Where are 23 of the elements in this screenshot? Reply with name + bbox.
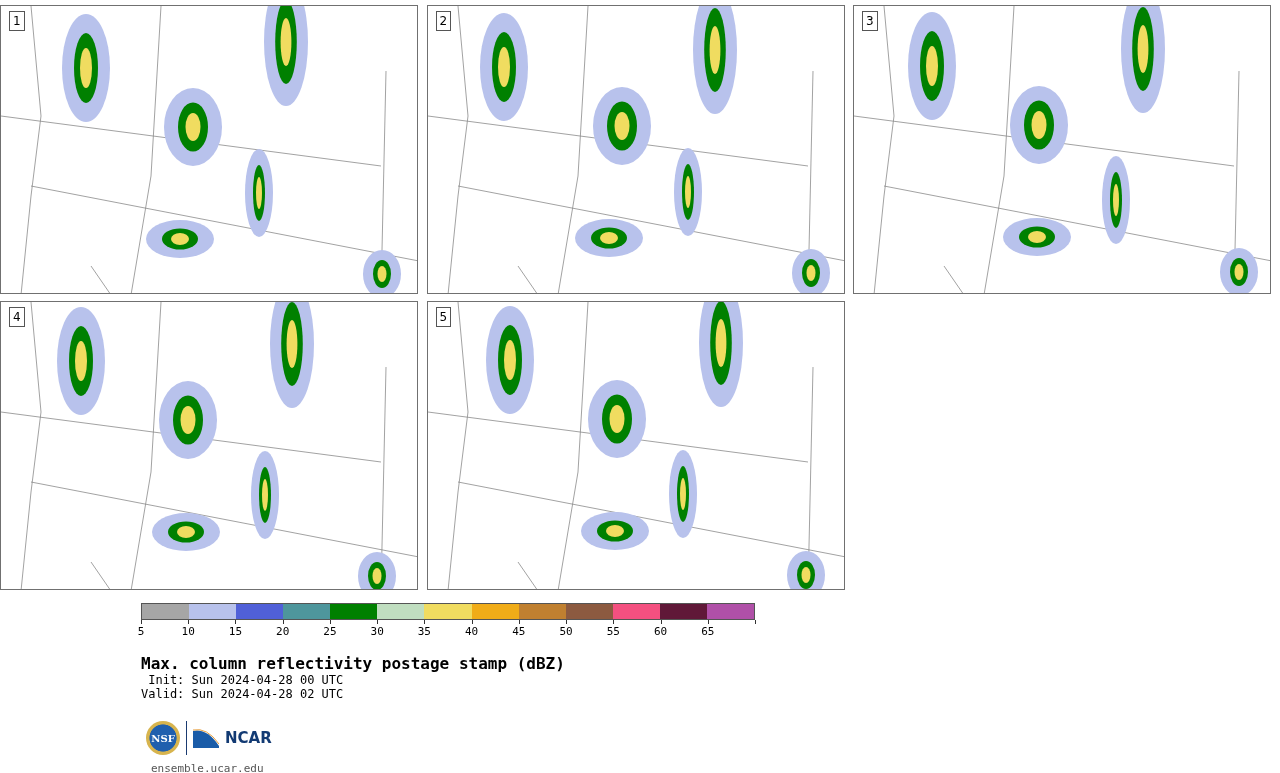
panel-number: 3 <box>862 11 878 31</box>
swoosh-icon <box>193 728 219 748</box>
scale-tick-label: 60 <box>653 625 668 638</box>
scale-tick-label: 20 <box>276 625 290 638</box>
scale-tick-label: 25 <box>323 625 337 638</box>
scale-tick-label: 40 <box>465 625 479 638</box>
scale-tick-label: 30 <box>370 625 384 638</box>
valid-time: Valid: Sun 2024-04-28 02 UTC <box>141 687 345 701</box>
scale-tick-label: 45 <box>512 625 526 638</box>
scale-tick-label: 65 <box>701 625 715 638</box>
nsf-logo: NSF <box>146 721 180 755</box>
scale-tick-label: 55 <box>606 625 620 638</box>
scale-tick-label: 35 <box>417 625 431 638</box>
scale-tick-label: 15 <box>228 625 243 638</box>
website-link[interactable]: ensemble.ucar.edu <box>151 762 1280 773</box>
scale-tick-label: 10 <box>181 625 195 638</box>
chart-title: Max. column reflectivity postage stamp (dBZ) <box>141 654 566 673</box>
scale-tick-label: 5 <box>137 625 145 638</box>
scale-tick-label: 50 <box>559 625 573 638</box>
ncar-logo-text: NCAR <box>225 729 272 747</box>
init-time: Init: Sun 2024-04-28 00 UTC <box>147 673 345 687</box>
panel-number: 4 <box>9 307 25 327</box>
panel-number: 1 <box>9 11 25 31</box>
